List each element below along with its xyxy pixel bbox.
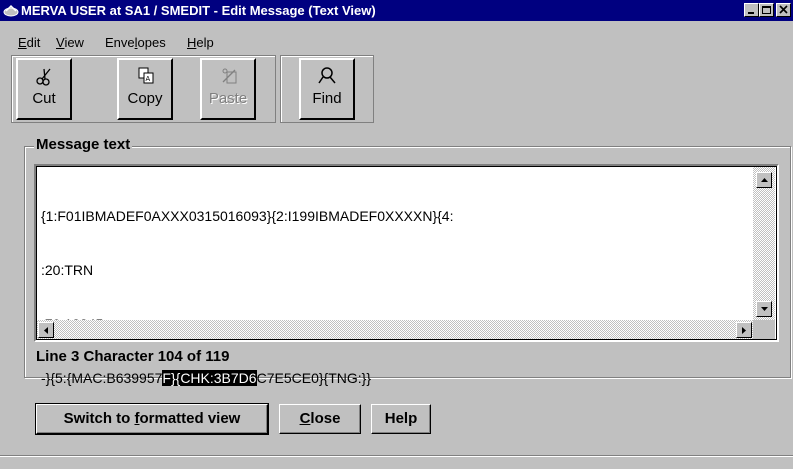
scissors-icon [36, 68, 51, 86]
paste-icon [222, 68, 237, 84]
selected-text[interactable]: F}{CHK:3B7D6 [162, 370, 257, 386]
arrow-up-icon [761, 178, 768, 182]
menu-help[interactable]: Help [187, 35, 214, 50]
scroll-right-button[interactable] [736, 322, 752, 338]
window-title: MERVA USER at SA1 / SMEDIT - Edit Messag… [21, 3, 376, 18]
cut-button[interactable]: Cut [16, 58, 72, 120]
paste-label: Paste [208, 90, 248, 107]
copy-label: Copy [127, 90, 163, 107]
message-text-label: Message text [34, 136, 133, 153]
menu-edit[interactable]: Edit [18, 35, 40, 50]
paste-button[interactable]: Paste [200, 58, 256, 120]
maximize-button[interactable] [759, 3, 774, 17]
arrow-left-icon [44, 327, 48, 334]
svg-text:A: A [146, 76, 151, 83]
message-line-4: -}{5:{MAC:B639957F}{CHK:3B7D6C7E5CE0}{TN… [41, 370, 371, 386]
copy-button[interactable]: A Copy [117, 58, 173, 120]
menu-envelopes[interactable]: Envelopes [105, 35, 166, 50]
switch-to-formatted-view-button[interactable]: Switch to formatted view [35, 403, 269, 435]
arrow-right-icon [742, 327, 746, 334]
menu-bar: Edit View Envelopes Help [0, 33, 793, 53]
close-button[interactable] [776, 3, 791, 17]
message-editor[interactable]: {1:F01IBMADEF0AXXX0315016093}{2:I199IBMA… [34, 164, 779, 386]
help-button[interactable]: Help [371, 404, 431, 434]
vertical-scrollbar[interactable] [753, 167, 775, 320]
cursor-position-status: Line 3 Character 104 of 119 [36, 348, 230, 365]
message-line-1: {1:F01IBMADEF0AXXX0315016093}{2:I199IBMA… [41, 208, 454, 224]
menu-view[interactable]: View [56, 35, 84, 50]
magnifier-icon [318, 67, 336, 84]
cut-label: Cut [32, 90, 56, 107]
find-button[interactable]: Find [299, 58, 355, 120]
message-text-area[interactable]: {1:F01IBMADEF0AXXX0315016093}{2:I199IBMA… [41, 171, 453, 423]
scroll-up-button[interactable] [756, 172, 772, 188]
maximize-icon [762, 6, 771, 14]
scroll-left-button[interactable] [38, 322, 54, 338]
scrollbar-corner [753, 320, 775, 339]
title-bar: MERVA USER at SA1 / SMEDIT - Edit Messag… [0, 0, 793, 21]
minimize-icon [748, 12, 754, 14]
horizontal-scrollbar[interactable] [37, 320, 753, 339]
arrow-down-icon [761, 307, 768, 311]
message-line-2: :20:TRN [41, 262, 94, 278]
find-label: Find [312, 90, 342, 107]
bottom-divider [0, 455, 793, 456]
close-icon [779, 5, 788, 14]
scroll-down-button[interactable] [756, 301, 772, 317]
app-icon[interactable] [3, 2, 19, 18]
minimize-button[interactable] [744, 3, 759, 17]
close-dialog-button[interactable]: Close [279, 404, 361, 434]
copy-icon: A [138, 67, 154, 84]
